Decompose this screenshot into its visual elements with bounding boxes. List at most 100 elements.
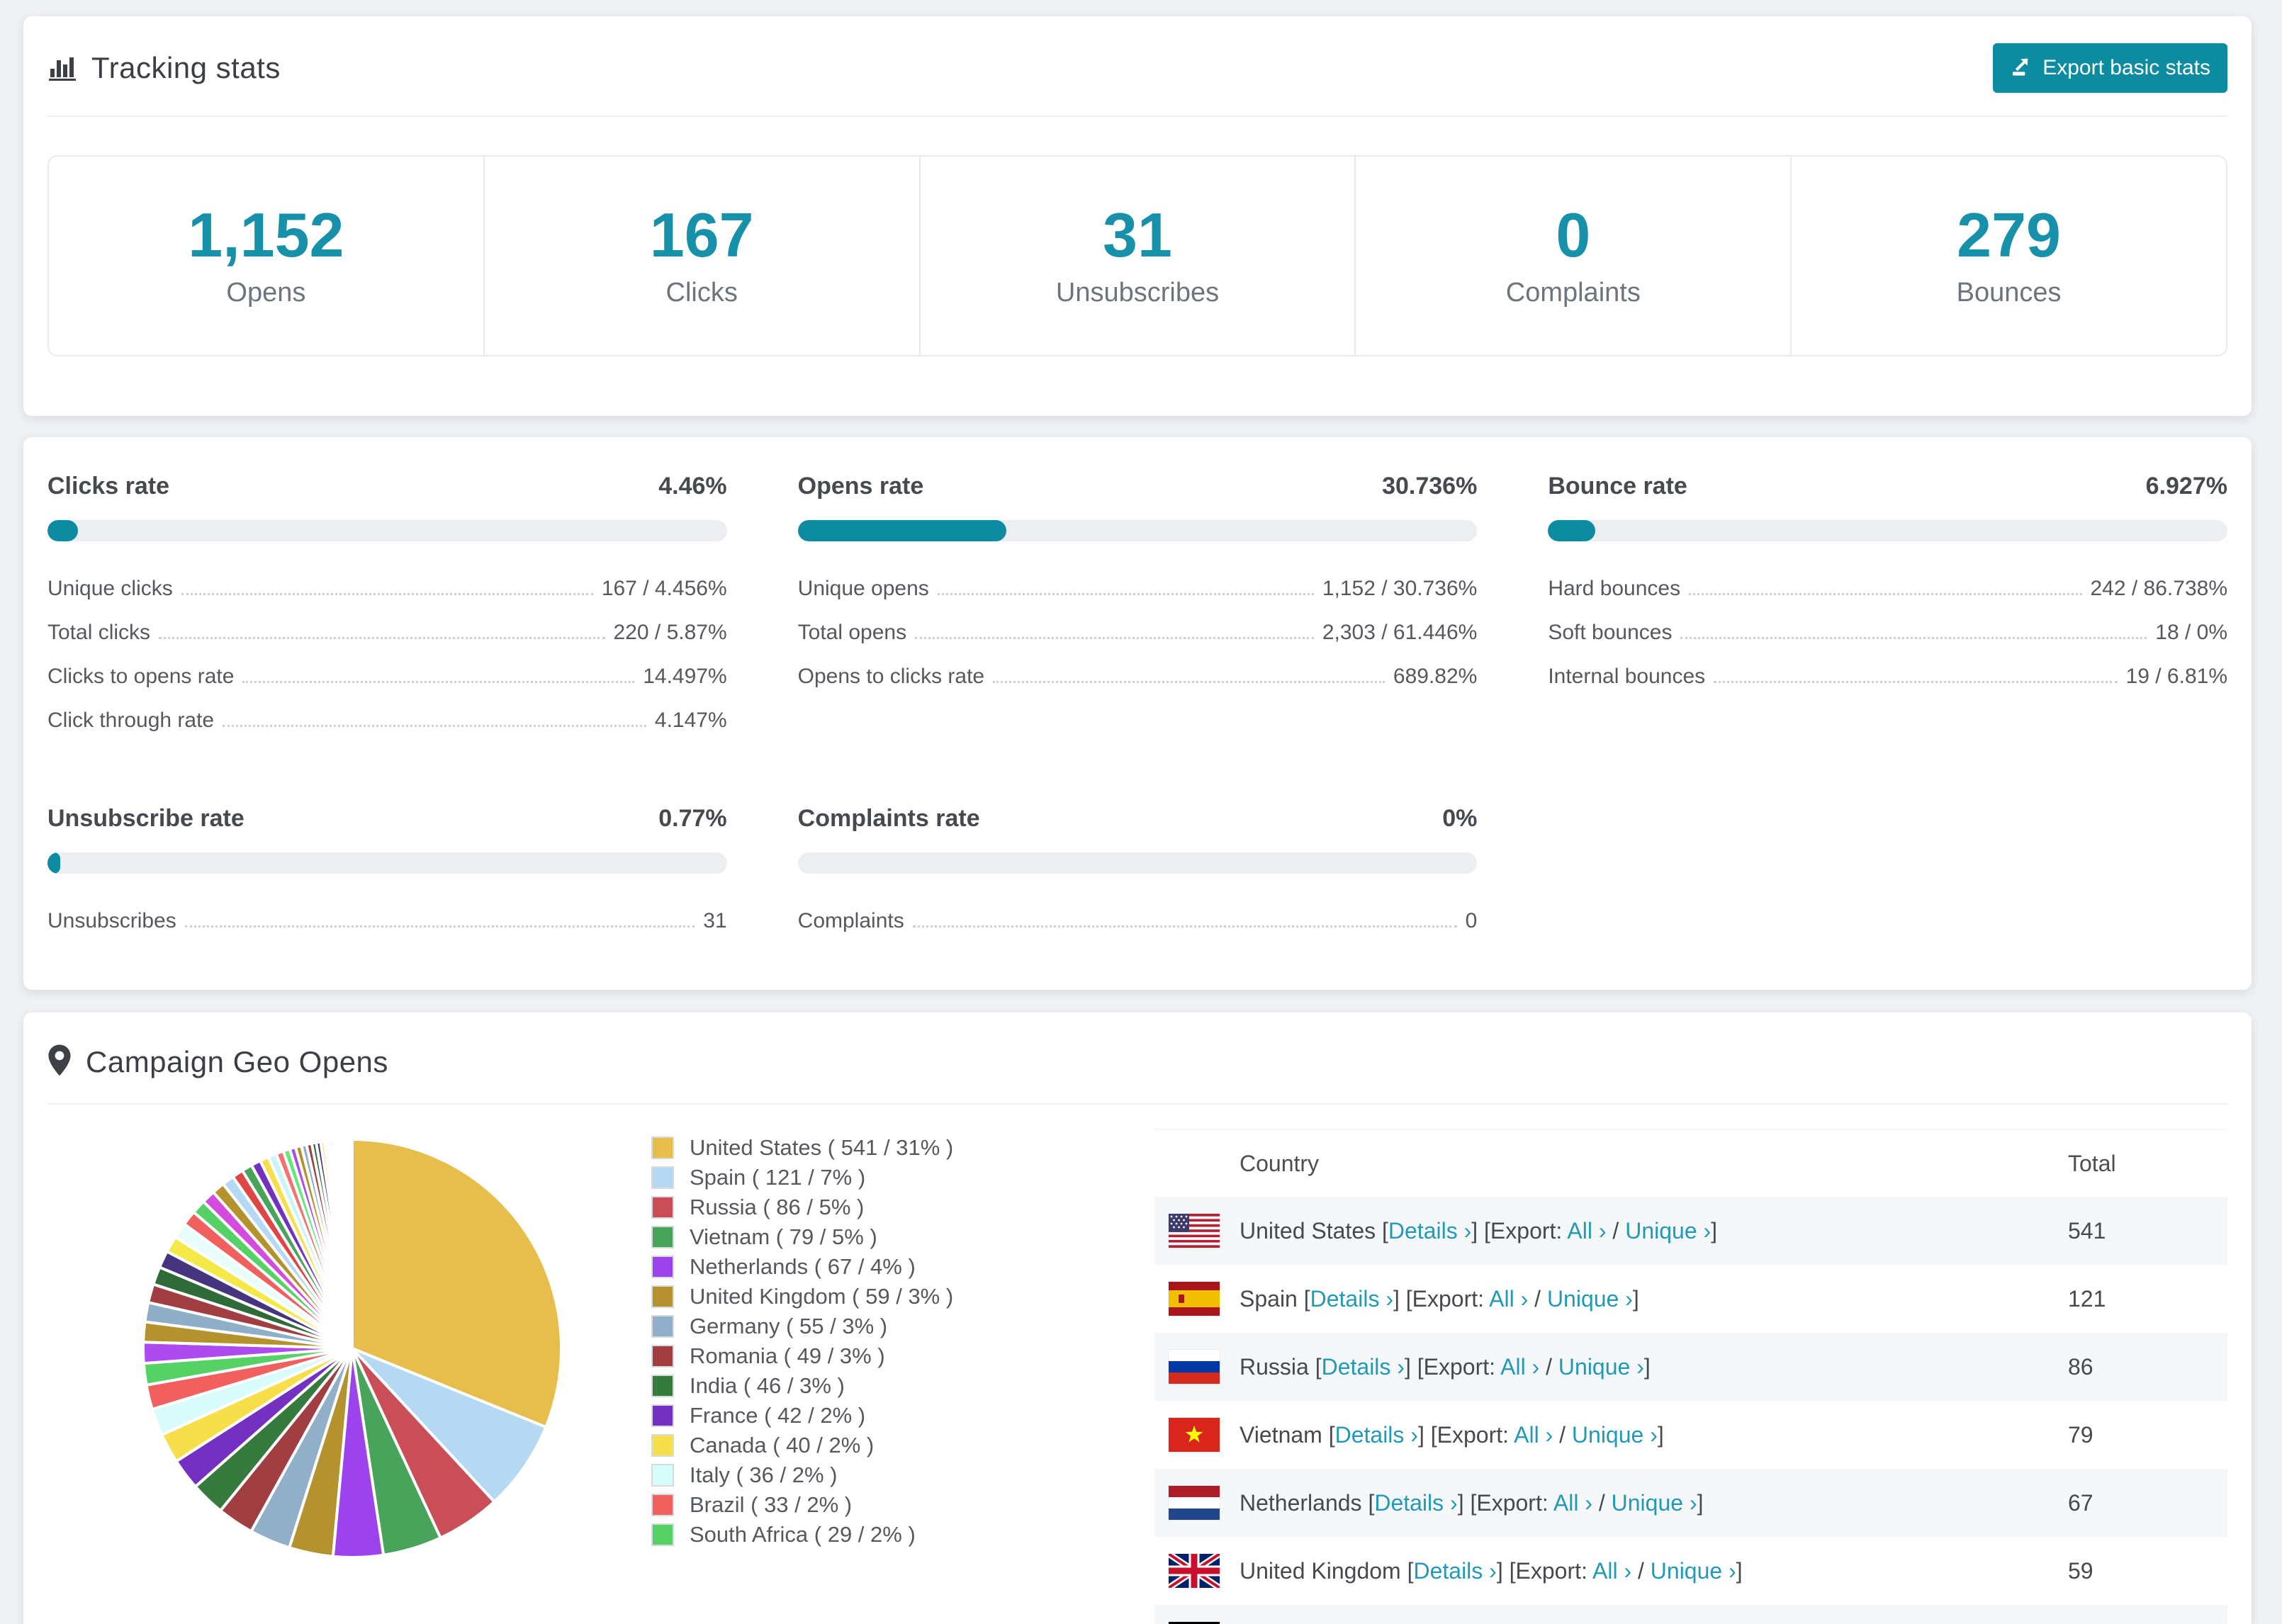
flag-ru-icon <box>1169 1350 1220 1384</box>
dotted-leader <box>915 637 1314 639</box>
rate-progress-fill <box>47 520 78 541</box>
legend-label: Germany ( 55 / 3% ) <box>690 1314 888 1338</box>
detail-value: 2,303 / 61.446% <box>1322 621 1478 644</box>
country-cell: United Kingdom [Details ›] [Export: All … <box>1240 1558 2068 1584</box>
legend-label: United States ( 541 / 31% ) <box>690 1135 954 1160</box>
detail-value: 19 / 6.81% <box>2125 665 2227 688</box>
geo-table-row-de: Germany [Details ›] [Export: All › / Uni… <box>1154 1605 2227 1624</box>
flag-gb-icon <box>1169 1554 1220 1588</box>
export-all-link[interactable]: All › <box>1489 1286 1528 1312</box>
export-all-link[interactable]: All › <box>1514 1422 1553 1448</box>
stat-cell-opens: 1,152 Opens <box>49 157 485 355</box>
detail-label: Internal bounces <box>1548 665 1706 688</box>
detail-row: Soft bounces 18 / 0% <box>1548 611 2227 655</box>
bracket: ] <box>1632 1285 1639 1312</box>
bracket: ] <box>1711 1217 1718 1244</box>
detail-row: Internal bounces 19 / 6.81% <box>1548 655 2227 699</box>
legend-item-united-states: United States ( 541 / 31% ) <box>651 1133 963 1163</box>
total-cell: 121 <box>2068 1285 2106 1312</box>
stat-value: 279 <box>1957 199 2061 270</box>
legend-swatch <box>651 1434 674 1457</box>
export-all-link[interactable]: All › <box>1592 1558 1631 1584</box>
geo-table-header-country: Country <box>1240 1150 1320 1176</box>
stat-cell-complaints: 0 Complaints <box>1356 157 1792 355</box>
total-cell: 541 <box>2068 1217 2106 1244</box>
rate-title: Complaints rate <box>797 805 980 832</box>
details-link[interactable]: Details › <box>1322 1354 1405 1380</box>
legend-item-canada: Canada ( 40 / 2% ) <box>651 1431 963 1460</box>
slash-separator: / <box>1528 1285 1547 1312</box>
detail-label: Unsubscribes <box>47 909 176 932</box>
details-link[interactable]: Details › <box>1374 1490 1457 1516</box>
detail-row: Unique clicks 167 / 4.456% <box>47 567 727 611</box>
geo-table-row-nl: Netherlands [Details ›] [Export: All › /… <box>1154 1469 2227 1537</box>
detail-value: 220 / 5.87% <box>613 621 727 644</box>
export-unique-link[interactable]: Unique › <box>1558 1354 1644 1380</box>
tracking-stats-card: Tracking stats Export basic stats 1,152 O… <box>23 16 2252 416</box>
country-name: United Kingdom <box>1240 1557 1407 1584</box>
details-link[interactable]: Details › <box>1388 1218 1471 1244</box>
legend-item-germany: Germany ( 55 / 3% ) <box>651 1312 963 1341</box>
flag-nl-icon <box>1169 1486 1220 1520</box>
rates-card: Clicks rate 4.46% Unique clicks 167 / 4.456… <box>23 437 2252 990</box>
rate-progress-fill <box>1548 520 1595 541</box>
slash-separator: / <box>1592 1489 1612 1516</box>
export-unique-link[interactable]: Unique › <box>1612 1490 1697 1516</box>
export-unique-link[interactable]: Unique › <box>1572 1422 1658 1448</box>
details-link[interactable]: Details › <box>1335 1422 1418 1448</box>
dotted-leader <box>937 593 1314 595</box>
legend-swatch <box>651 1166 674 1189</box>
legend-item-netherlands: Netherlands ( 67 / 4% ) <box>651 1252 963 1282</box>
detail-label: Complaints <box>797 909 904 932</box>
bracket: [ <box>1315 1353 1322 1380</box>
details-link[interactable]: Details › <box>1413 1558 1496 1584</box>
export-all-link[interactable]: All › <box>1553 1490 1592 1516</box>
legend-swatch <box>651 1226 674 1248</box>
flag-es-icon <box>1169 1282 1220 1316</box>
details-link[interactable]: Details › <box>1310 1286 1393 1312</box>
rate-value: 0% <box>1442 805 1478 832</box>
geo-pie-legend: United States ( 541 / 31% ) Spain ( 121 /… <box>651 1133 963 1550</box>
export-all-link[interactable]: All › <box>1567 1218 1606 1244</box>
detail-label: Unique clicks <box>47 577 173 600</box>
dotted-leader <box>1714 681 2118 683</box>
total-cell: 67 <box>2068 1489 2093 1516</box>
legend-label: Russia ( 86 / 5% ) <box>690 1195 865 1219</box>
detail-row: Opens to clicks rate 689.82% <box>798 655 1478 699</box>
stat-label: Opens <box>226 277 306 308</box>
bar-chart-icon <box>47 52 77 85</box>
export-basic-stats-button[interactable]: Export basic stats <box>1993 43 2227 93</box>
legend-label: United Kingdom ( 59 / 3% ) <box>690 1284 954 1309</box>
rate-head: Clicks rate 4.46% <box>47 473 727 500</box>
dotted-leader <box>181 593 593 595</box>
export-all-link[interactable]: All › <box>1500 1354 1539 1380</box>
rate-block-bounce-rate: Bounce rate 6.927% Hard bounces 242 / 86.73… <box>1548 473 2227 743</box>
rate-block-clicks-rate: Clicks rate 4.46% Unique clicks 167 / 4.456… <box>47 473 727 743</box>
rates-grid: Clicks rate 4.46% Unique clicks 167 / 4.456… <box>47 473 2227 943</box>
rate-head: Complaints rate 0% <box>798 805 1478 833</box>
detail-label: Clicks to opens rate <box>47 665 235 688</box>
export-button-label: Export basic stats <box>2042 56 2210 79</box>
export-unique-link[interactable]: Unique › <box>1651 1558 1736 1584</box>
legend-label: France ( 42 / 2% ) <box>690 1403 866 1428</box>
detail-value: 0 <box>1465 909 1478 932</box>
export-unique-link[interactable]: Unique › <box>1625 1218 1711 1244</box>
geo-table-row-us: United States [Details ›] [Export: All ›… <box>1154 1197 2227 1265</box>
dotted-leader <box>159 637 605 639</box>
rate-progress-track <box>1548 520 2227 541</box>
flag-cell <box>1154 1214 1240 1248</box>
geo-table-header-total: Total <box>2068 1150 2116 1176</box>
rate-progress-track <box>797 852 1478 874</box>
slash-separator: / <box>1631 1557 1651 1584</box>
page-title: Tracking stats <box>91 51 281 84</box>
export-unique-link[interactable]: Unique › <box>1547 1286 1633 1312</box>
legend-label: Canada ( 40 / 2% ) <box>690 1433 875 1457</box>
geo-table-row-gb: United Kingdom [Details ›] [Export: All … <box>1154 1537 2227 1605</box>
legend-item-romania: Romania ( 49 / 3% ) <box>651 1341 963 1371</box>
detail-value: 167 / 4.456% <box>601 577 727 600</box>
bracket: ] <box>1697 1489 1704 1516</box>
export-icon <box>2010 54 2033 82</box>
country-name: United States <box>1240 1217 1382 1244</box>
geo-country-table: Country Total United States [Details ›] [E… <box>1154 1129 2227 1624</box>
flag-cell <box>1154 1554 1240 1588</box>
